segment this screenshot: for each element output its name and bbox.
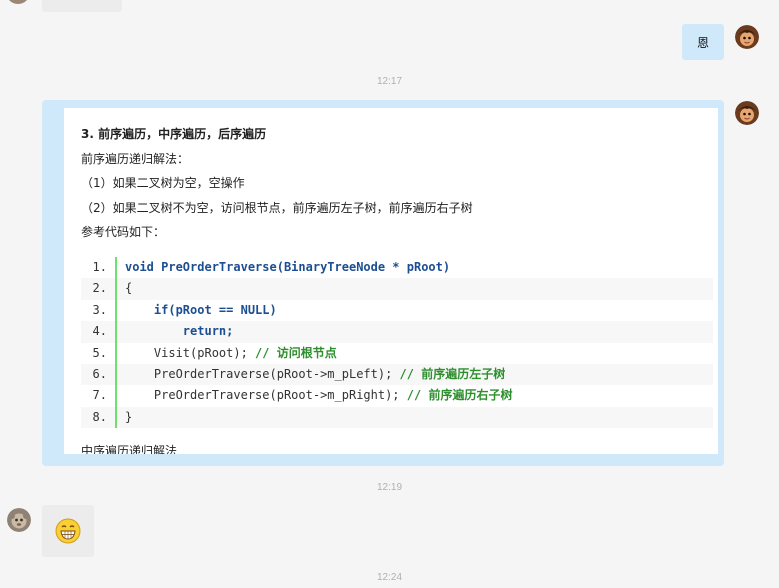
code-text: if(pRoot == NULL) — [153, 302, 277, 317]
code-gutter — [115, 385, 117, 407]
line-number: 6. — [92, 366, 107, 381]
user-avatar[interactable] — [735, 25, 759, 49]
code-block: 1. void PreOrderTraverse(BinaryTreeNode *… — [81, 257, 713, 429]
article-paragraph-cutoff: 中序遍历递归解法 — [81, 444, 178, 454]
incoming-message-bubble[interactable] — [42, 505, 94, 557]
code-text: Visit(pRoot); // 访问根节点 — [125, 345, 337, 360]
code-gutter — [115, 363, 117, 386]
code-gutter — [115, 321, 117, 343]
line-number: 7. — [92, 388, 107, 403]
code-text: PreOrderTraverse(pRoot->m_pRight); // 前序… — [125, 388, 513, 403]
code-text: return; — [182, 324, 234, 339]
code-gutter — [115, 342, 117, 364]
code-text: { — [125, 281, 133, 296]
code-gutter — [115, 406, 117, 429]
timestamp: 12:19 — [376, 482, 403, 493]
article-text: 3. 前序遍历，中序遍历，后序遍历 前序遍历递归解法： （1）如果二叉树为空，空… — [81, 122, 701, 245]
timestamp: 12:24 — [376, 572, 403, 583]
code-line: 5. Visit(pRoot); // 访问根节点 — [81, 342, 713, 364]
outgoing-message-bubble[interactable]: 恩 — [682, 24, 724, 60]
article-heading: 3. 前序遍历，中序遍历，后序遍历 — [81, 127, 267, 141]
code-line: 2. { — [81, 278, 713, 300]
timestamp: 12:17 — [376, 76, 403, 87]
code-gutter — [115, 257, 117, 279]
line-number: 8. — [92, 409, 107, 424]
code-gutter — [115, 278, 117, 300]
line-number: 2. — [92, 281, 107, 296]
code-line: 1. void PreOrderTraverse(BinaryTreeNode *… — [81, 257, 713, 279]
line-number: 4. — [92, 324, 107, 339]
line-number: 1. — [92, 260, 107, 274]
code-line: 6. PreOrderTraverse(pRoot->m_pLeft); // … — [81, 363, 713, 386]
user-avatar[interactable] — [735, 101, 759, 125]
code-text: } — [125, 409, 133, 424]
article-paragraph: （1）如果二叉树为空，空操作 — [81, 176, 245, 190]
contact-avatar[interactable] — [6, 0, 30, 4]
article-paragraph: （2）如果二叉树不为空，访问根节点，前序遍历左子树，前序遍历右子树 — [81, 200, 473, 215]
chat-conversation: 恩 12:17 3. 前序遍历，中序遍历，后序遍历 前序遍历递归解法： （1）如… — [0, 0, 779, 588]
code-line: 7. PreOrderTraverse(pRoot->m_pRight); //… — [81, 385, 713, 407]
article-content: 3. 前序遍历，中序遍历，后序遍历 前序遍历递归解法： （1）如果二叉树为空，空… — [64, 108, 718, 454]
line-number: 3. — [92, 302, 107, 317]
shared-article-card[interactable]: 3. 前序遍历，中序遍历，后序遍历 前序遍历递归解法： （1）如果二叉树为空，空… — [42, 100, 724, 466]
code-text: void PreOrderTraverse(BinaryTreeNode * p… — [125, 260, 451, 274]
message-bubble-partial[interactable] — [42, 0, 122, 12]
code-line: 8.} — [81, 406, 713, 429]
article-paragraph: 前序遍历递归解法： — [81, 151, 190, 166]
contact-avatar[interactable] — [7, 508, 31, 532]
grinning-face-emoji — [55, 518, 81, 544]
line-number: 5. — [92, 345, 107, 360]
code-text: PreOrderTraverse(pRoot->m_pLeft); // 前序遍… — [125, 366, 506, 381]
article-paragraph: 参考代码如下： — [81, 225, 166, 239]
code-gutter — [115, 299, 117, 322]
code-line: 3. if(pRoot == NULL) — [81, 299, 713, 322]
code-line: 4. return; — [81, 321, 713, 343]
message-text: 恩 — [696, 35, 709, 50]
